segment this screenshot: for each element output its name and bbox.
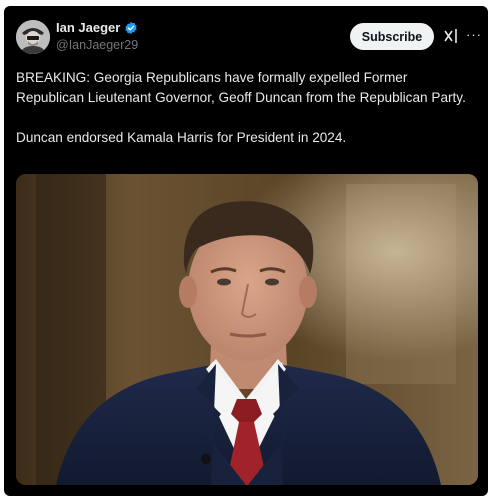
verified-badge-icon (125, 21, 137, 34)
post-card: Ian Jaeger @IanJaeger29 Subscribe ··· BR… (4, 6, 488, 496)
author-handle[interactable]: @IanJaeger29 (56, 38, 138, 52)
author-name-row: Ian Jaeger (56, 20, 138, 35)
post-photo[interactable] (16, 174, 478, 485)
grok-icon[interactable] (443, 27, 459, 45)
avatar-portrait-icon (16, 20, 50, 54)
more-options-button[interactable]: ··· (466, 28, 482, 41)
author-display-name[interactable]: Ian Jaeger (56, 20, 120, 35)
post-text: BREAKING: Georgia Republicans have forma… (16, 68, 476, 148)
subscribe-button[interactable]: Subscribe (350, 23, 434, 50)
screenshot-frame: Ian Jaeger @IanJaeger29 Subscribe ··· BR… (0, 0, 493, 500)
post-text-paragraph: Duncan endorsed Kamala Harris for Presid… (16, 130, 347, 145)
post-header: Ian Jaeger @IanJaeger29 Subscribe ··· (4, 6, 488, 64)
avatar[interactable] (16, 20, 50, 54)
photo-man-in-suit (16, 174, 478, 485)
post-text-paragraph: BREAKING: Georgia Republicans have forma… (16, 70, 466, 105)
